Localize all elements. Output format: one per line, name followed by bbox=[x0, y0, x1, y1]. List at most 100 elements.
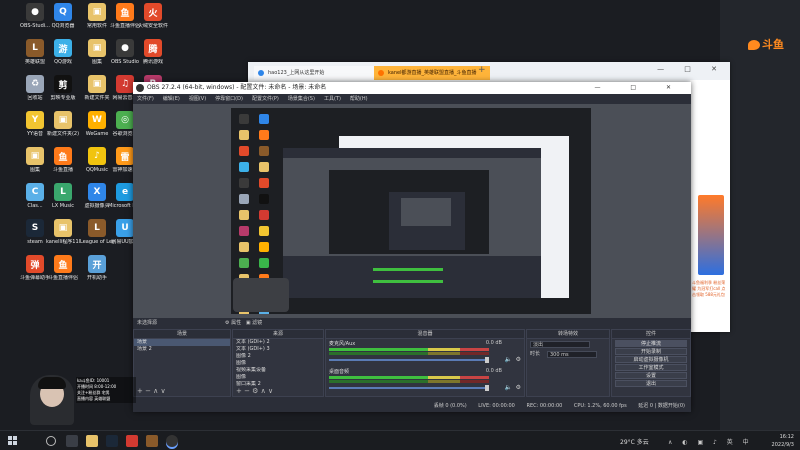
obs-menu-item[interactable]: 场景集合(S) bbox=[288, 96, 315, 102]
volume-slider[interactable] bbox=[329, 385, 489, 391]
app-icon: ♻ bbox=[26, 75, 44, 93]
obs-menu-item[interactable]: 文件(F) bbox=[137, 96, 154, 102]
obs-menu-item[interactable]: 工具(T) bbox=[324, 96, 341, 102]
obs-preview[interactable] bbox=[133, 104, 691, 318]
promo-banner[interactable] bbox=[698, 195, 724, 275]
start-recording-button[interactable]: 开始录制 bbox=[615, 348, 687, 355]
duration-input[interactable]: 300 ms bbox=[547, 351, 597, 358]
scene-item[interactable]: 场景 bbox=[134, 339, 230, 346]
new-tab-button[interactable]: + bbox=[478, 65, 486, 75]
system-tray-icons[interactable]: ∧ ◐ ▣ ♪ 英 中 bbox=[668, 437, 753, 446]
app-icon: 鱼 bbox=[54, 255, 72, 273]
scenes-footer-buttons[interactable]: + − ∧ ∨ bbox=[134, 387, 230, 396]
desktop-icon[interactable]: 腾腾讯游戏 bbox=[136, 39, 170, 75]
nested-icon bbox=[259, 114, 269, 124]
app-icon: X bbox=[88, 183, 106, 201]
search-icon[interactable] bbox=[46, 436, 56, 446]
desktop-icon-label: 剪映专业版 bbox=[50, 95, 76, 101]
nested-icon bbox=[239, 130, 249, 140]
weather-widget[interactable]: 29°C 多云 bbox=[620, 437, 649, 446]
clock[interactable]: 16:12 2022/9/3 bbox=[772, 433, 794, 449]
app-icon: ♪ bbox=[88, 147, 106, 165]
app-icon: L bbox=[26, 39, 44, 57]
obs-menu-item[interactable]: 编辑(E) bbox=[163, 96, 180, 102]
source-item[interactable]: 图像 2 bbox=[233, 353, 323, 360]
virtual-camera-button[interactable]: 启动虚拟摄像机 bbox=[615, 356, 687, 363]
obs-menu-item[interactable]: 配置文件(P) bbox=[252, 96, 279, 102]
obs-taskbar-icon[interactable] bbox=[166, 435, 178, 447]
sources-footer-buttons[interactable]: + − ⚙ ∧ ∨ bbox=[233, 387, 323, 396]
browser-tab-douyu[interactable]: kanel都游直播_英雄联盟直播_斗鱼直播 bbox=[374, 66, 490, 80]
windows-start-icon[interactable] bbox=[8, 436, 18, 446]
source-item[interactable]: 视频采集设备 bbox=[233, 367, 323, 374]
clock-date: 2022/9/3 bbox=[771, 442, 794, 448]
netease-music-icon[interactable] bbox=[126, 435, 138, 447]
desktop-icon[interactable]: 剪剪映专业版 bbox=[46, 75, 80, 111]
desktop-icon[interactable]: L LX Music bbox=[46, 183, 80, 219]
studio-mode-button[interactable]: 工作室模式 bbox=[615, 364, 687, 371]
slider-knob[interactable] bbox=[485, 385, 489, 391]
obs-window-controls[interactable]: — □ ✕ bbox=[594, 82, 685, 94]
desktop-icon[interactable]: 开开机助手 bbox=[80, 255, 114, 291]
app-icon: ▣ bbox=[88, 3, 106, 21]
source-item[interactable]: 图像 bbox=[233, 360, 323, 367]
properties-button[interactable]: ⚙ 属性 bbox=[225, 320, 241, 326]
desktop-icon[interactable]: 鱼斗鱼直播伴侣 bbox=[46, 255, 80, 291]
nested-icon bbox=[239, 146, 249, 156]
nested-icon bbox=[259, 146, 269, 156]
desktop-icon[interactable]: 火火绒安全软件 bbox=[136, 3, 170, 39]
desktop-icon[interactable]: Q QQ浏览器 bbox=[46, 3, 80, 39]
nested-preview-2 bbox=[401, 198, 451, 226]
obs-menu-item[interactable]: 停靠窗口(D) bbox=[215, 96, 243, 102]
gear-icon[interactable]: ⚙ bbox=[516, 384, 521, 391]
task-view-icon[interactable] bbox=[66, 435, 78, 447]
obs-titlebar: OBS 27.2.4 (64-bit, windows) - 配置文件: 未命名… bbox=[133, 82, 691, 94]
nested-icon bbox=[259, 178, 269, 188]
source-item[interactable]: 文本 (GDI+) 3 bbox=[233, 346, 323, 353]
scenes-header: 场景 bbox=[134, 330, 230, 339]
stop-streaming-button[interactable]: 停止推流 bbox=[615, 340, 687, 347]
desktop-icon[interactable]: 游 QQ游戏 bbox=[46, 39, 80, 75]
desktop-icon-label: QQ浏览器 bbox=[51, 23, 75, 29]
obs-menu-item[interactable]: 视图(V) bbox=[189, 96, 206, 102]
no-source-label: 未选择源 bbox=[137, 320, 158, 326]
volume-slider[interactable] bbox=[329, 357, 489, 363]
channel-db: 0.0 dB bbox=[485, 368, 502, 374]
speaker-icon[interactable]: 🔈 bbox=[505, 356, 512, 363]
exit-button[interactable]: 退出 bbox=[615, 380, 687, 387]
scenes-dock: 场景 场景 场景 2 + − ∧ ∨ bbox=[133, 329, 231, 397]
nested-mixer bbox=[283, 260, 541, 298]
speaker-icon[interactable]: 🔈 bbox=[505, 384, 512, 391]
source-item[interactable]: 图像 bbox=[233, 374, 323, 381]
nested-icon bbox=[239, 194, 249, 204]
settings-button[interactable]: 设置 bbox=[615, 372, 687, 379]
desktop-icon-label: 斗鱼直播 bbox=[52, 167, 73, 173]
file-explorer-icon[interactable] bbox=[86, 435, 98, 447]
sources-header: 来源 bbox=[233, 330, 323, 339]
league-icon[interactable] bbox=[146, 435, 158, 447]
gear-icon[interactable]: ⚙ bbox=[516, 356, 521, 363]
app-icon: L bbox=[54, 183, 72, 201]
browser-tab-hao123[interactable]: hao123_上网从这里开始 bbox=[254, 66, 384, 80]
source-item[interactable]: 文本 (GDI+) 2 bbox=[233, 339, 323, 346]
obs-window[interactable]: OBS 27.2.4 (64-bit, windows) - 配置文件: 未命名… bbox=[133, 82, 691, 412]
taskbar: 29°C 多云 ∧ ◐ ▣ ♪ 英 中 16:12 2022/9/3 bbox=[0, 430, 800, 450]
desktop-icon[interactable]: ▣ kanelli程序1100 bbox=[46, 219, 80, 255]
mixer-header: 混音器 bbox=[326, 330, 524, 339]
browser-window-controls[interactable]: — □ ✕ bbox=[657, 65, 726, 73]
app-icon: U bbox=[116, 219, 134, 237]
desktop-icon-label: 火绒安全软件 bbox=[137, 23, 168, 29]
controls-header: 控件 bbox=[612, 330, 690, 339]
filters-button[interactable]: ▣ 滤镜 bbox=[246, 320, 262, 326]
slider-knob[interactable] bbox=[485, 357, 489, 363]
app-icon: 火 bbox=[144, 3, 162, 21]
steam-icon[interactable] bbox=[106, 435, 118, 447]
scene-item[interactable]: 场景 2 bbox=[134, 346, 230, 353]
obs-menu-item[interactable]: 帮助(H) bbox=[350, 96, 368, 102]
transition-select[interactable]: 淡出 bbox=[530, 341, 590, 348]
desktop-icon[interactable]: 鱼斗鱼直播 bbox=[46, 147, 80, 183]
nested-icon bbox=[259, 162, 269, 172]
dropped-frames: 丢帧 0 (0.0%) bbox=[433, 403, 467, 409]
app-icon: W bbox=[88, 111, 106, 129]
desktop-icon[interactable]: ▣ 新建文件夹(2) bbox=[46, 111, 80, 147]
